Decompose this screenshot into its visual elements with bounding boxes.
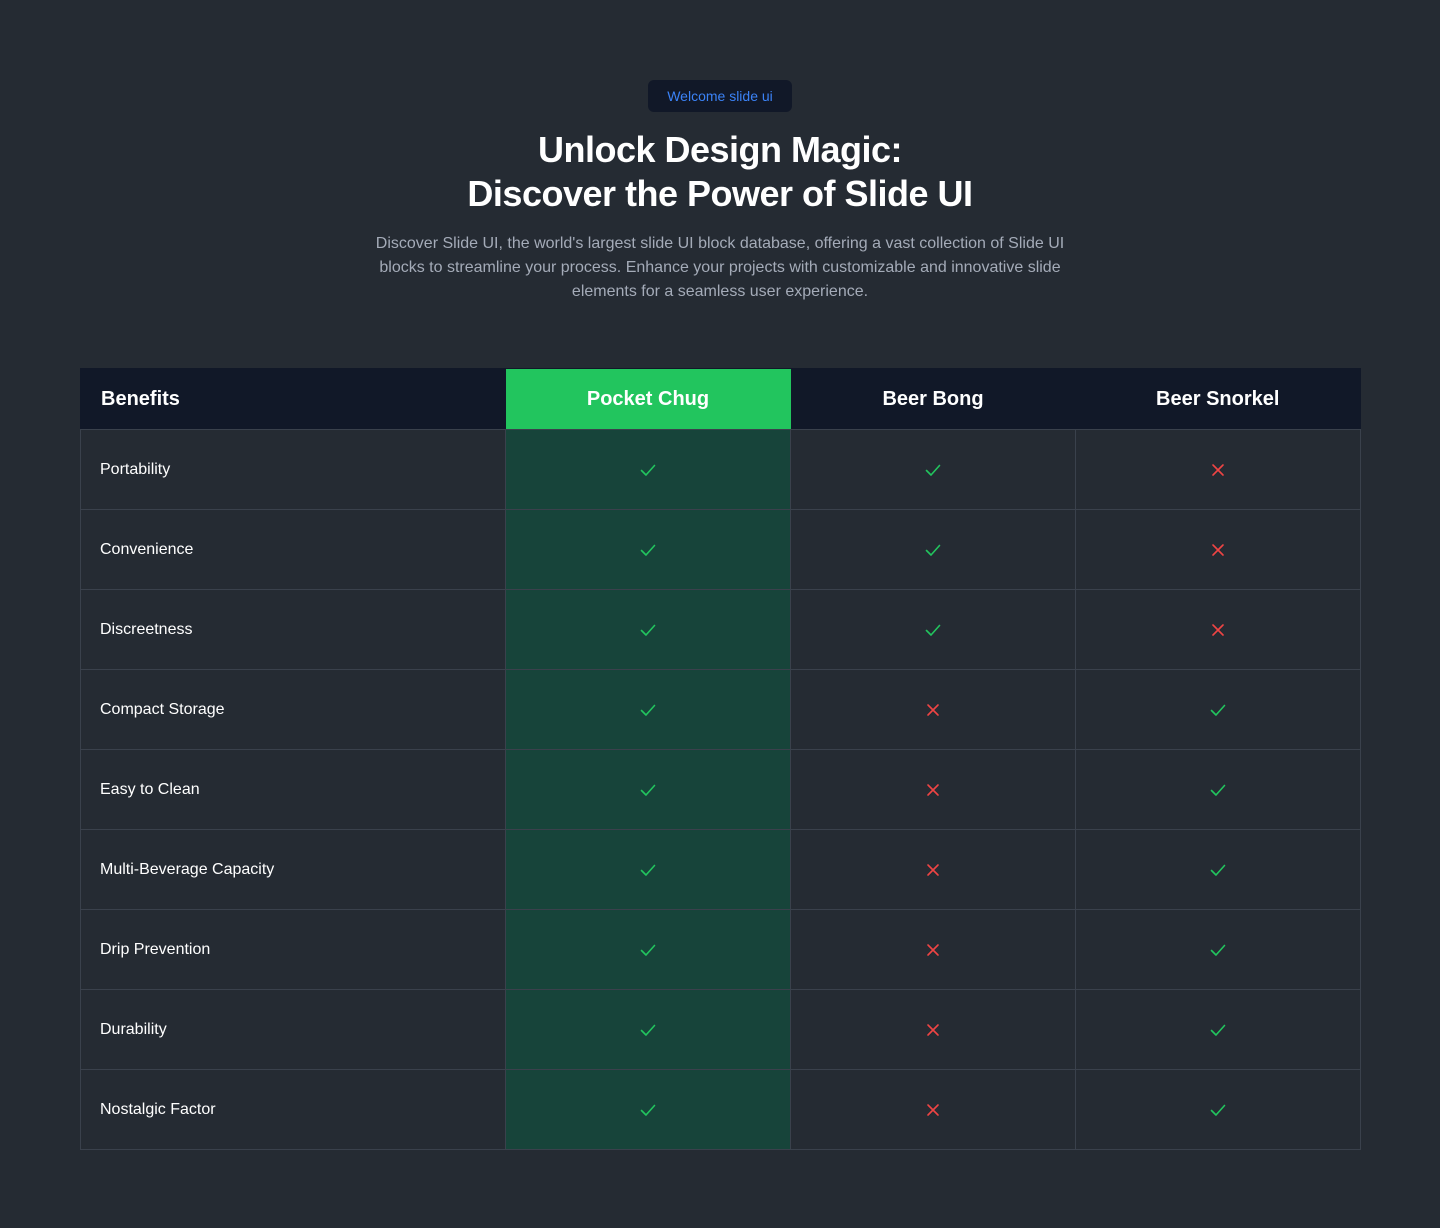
comparison-cell <box>505 749 791 830</box>
cross-icon <box>1208 460 1228 480</box>
table-row: Nostalgic Factor <box>80 1069 1361 1150</box>
check-icon <box>1208 1100 1228 1120</box>
comparison-cell <box>1075 429 1361 510</box>
cross-icon <box>1208 540 1228 560</box>
check-icon <box>923 620 943 640</box>
check-icon <box>638 540 658 560</box>
comparison-cell <box>790 749 1076 830</box>
check-icon <box>638 620 658 640</box>
check-icon <box>638 1100 658 1120</box>
table-row: Durability <box>80 989 1361 1070</box>
cross-icon <box>923 780 943 800</box>
check-icon <box>1208 1020 1228 1040</box>
check-icon <box>638 860 658 880</box>
comparison-cell <box>790 909 1076 990</box>
cross-icon <box>923 1100 943 1120</box>
comparison-cell <box>790 589 1076 670</box>
cross-icon <box>923 860 943 880</box>
table-row: Convenience <box>80 509 1361 590</box>
header-benefits: Benefits <box>101 387 180 410</box>
header-beer-bong: Beer Bong <box>882 387 984 410</box>
comparison-cell <box>1075 909 1361 990</box>
comparison-cell <box>1075 829 1361 910</box>
comparison-cell <box>505 989 791 1070</box>
comparison-cell <box>1075 669 1361 750</box>
cross-icon <box>1208 620 1228 640</box>
comparison-cell <box>505 669 791 750</box>
comparison-cell <box>790 669 1076 750</box>
check-icon <box>638 940 658 960</box>
table-row: Easy to Clean <box>80 749 1361 830</box>
table-header-row: Benefits Pocket Chug Beer Bong Beer Snor… <box>80 368 1361 430</box>
check-icon <box>1208 780 1228 800</box>
comparison-table: Benefits Pocket Chug Beer Bong Beer Snor… <box>80 368 1361 1150</box>
page-title: Unlock Design Magic: Discover the Power … <box>0 128 1440 216</box>
welcome-badge: Welcome slide ui <box>648 80 792 112</box>
check-icon <box>638 780 658 800</box>
comparison-cell <box>505 1069 791 1150</box>
benefit-label: Multi-Beverage Capacity <box>80 829 506 910</box>
check-icon <box>638 1020 658 1040</box>
table-row: Compact Storage <box>80 669 1361 750</box>
comparison-cell <box>1075 509 1361 590</box>
table-body: Portability Convenience Discreetness Compac… <box>80 429 1361 1150</box>
table-row: Multi-Beverage Capacity <box>80 829 1361 910</box>
benefit-label: Durability <box>80 989 506 1070</box>
benefit-label: Easy to Clean <box>80 749 506 830</box>
check-icon <box>638 460 658 480</box>
header-pocket-chug: Pocket Chug <box>505 368 791 430</box>
title-line-1: Unlock Design Magic: <box>537 129 903 170</box>
table-row: Drip Prevention <box>80 909 1361 990</box>
comparison-cell <box>1075 589 1361 670</box>
comparison-cell <box>790 829 1076 910</box>
comparison-cell <box>790 509 1076 590</box>
benefit-label: Convenience <box>80 509 506 590</box>
benefit-label: Portability <box>80 429 506 510</box>
page-description: Discover Slide UI, the world's largest s… <box>375 235 1065 300</box>
cross-icon <box>923 1020 943 1040</box>
comparison-cell <box>505 429 791 510</box>
check-icon <box>638 700 658 720</box>
comparison-cell <box>1075 1069 1361 1150</box>
comparison-cell <box>790 429 1076 510</box>
comparison-cell <box>790 1069 1076 1150</box>
header-beer-snorkel: Beer Snorkel <box>1156 387 1280 410</box>
benefit-label: Compact Storage <box>80 669 506 750</box>
check-icon <box>1208 860 1228 880</box>
comparison-cell <box>505 509 791 590</box>
comparison-cell <box>790 989 1076 1070</box>
comparison-cell <box>1075 989 1361 1070</box>
comparison-cell <box>505 589 791 670</box>
check-icon <box>923 460 943 480</box>
comparison-cell <box>1075 749 1361 830</box>
title-line-2: Discover the Power of Slide UI <box>467 173 973 214</box>
table-row: Discreetness <box>80 589 1361 670</box>
benefit-label: Drip Prevention <box>80 909 506 990</box>
benefit-label: Nostalgic Factor <box>80 1069 506 1150</box>
comparison-cell <box>505 829 791 910</box>
check-icon <box>1208 700 1228 720</box>
comparison-cell <box>505 909 791 990</box>
cross-icon <box>923 940 943 960</box>
check-icon <box>923 540 943 560</box>
table-row: Portability <box>80 429 1361 510</box>
benefit-label: Discreetness <box>80 589 506 670</box>
cross-icon <box>923 700 943 720</box>
check-icon <box>1208 940 1228 960</box>
